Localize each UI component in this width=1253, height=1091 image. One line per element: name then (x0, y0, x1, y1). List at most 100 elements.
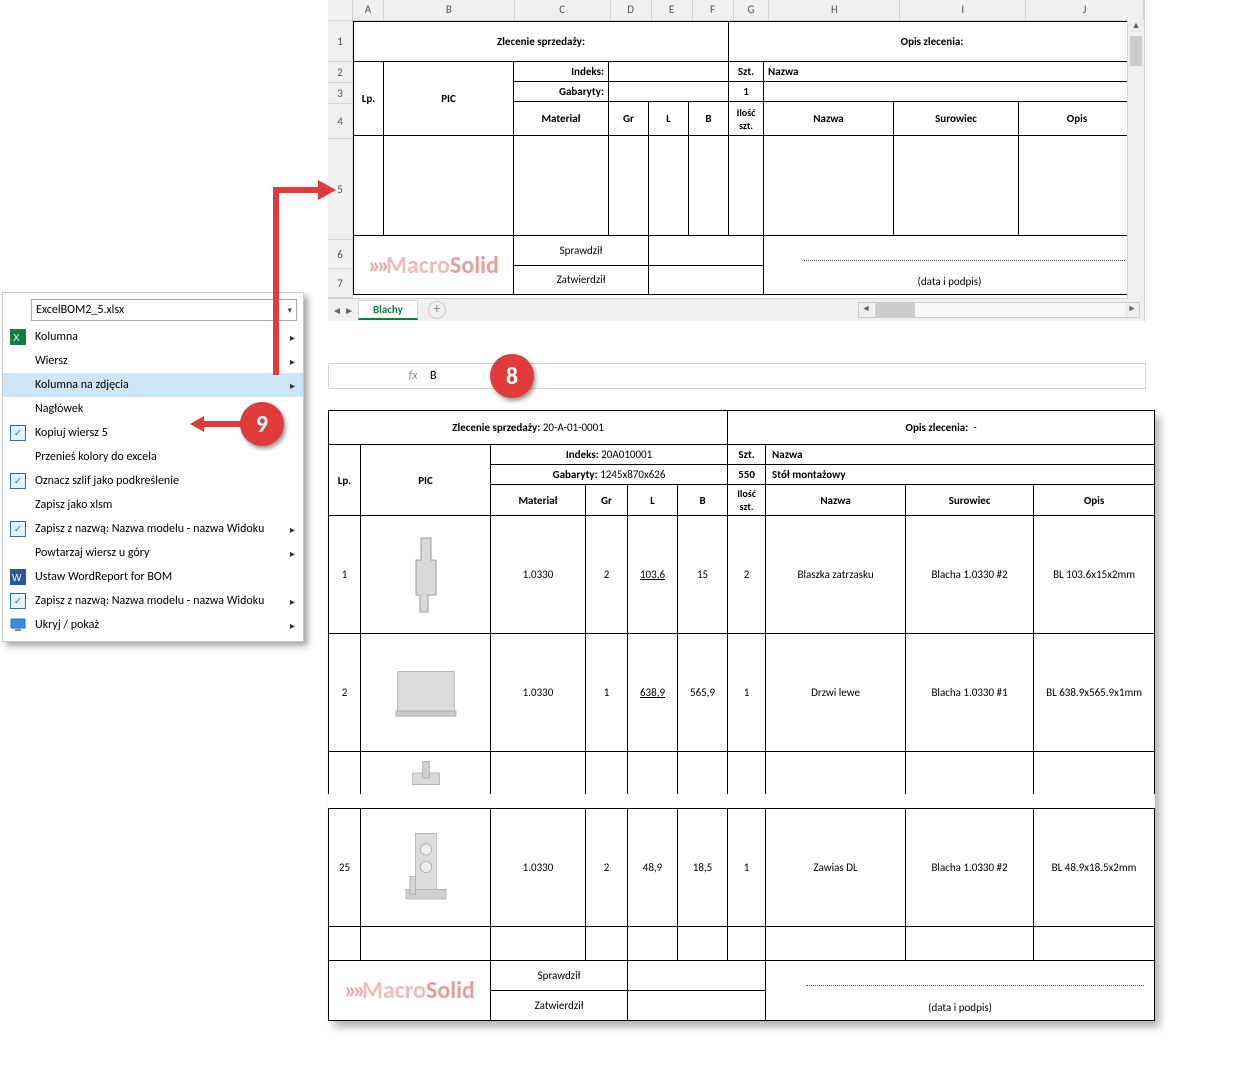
cell-zlecenie-label[interactable]: Zlecenie sprzedaży: (354, 22, 729, 62)
cell[interactable]: 1 (586, 634, 628, 752)
cell[interactable]: Blacha 1.0330 #1 (906, 634, 1034, 752)
horizontal-scrollbar[interactable]: ◄► (858, 302, 1140, 318)
part-thumbnail[interactable] (361, 808, 491, 926)
cell[interactable]: BL 103.6x15x2mm (1034, 516, 1155, 634)
cell-empty[interactable] (894, 136, 1019, 236)
cell[interactable]: 15 (678, 516, 728, 634)
cell[interactable] (1034, 926, 1155, 960)
cell[interactable]: Blacha 1.0330 #2 (906, 516, 1034, 634)
cell[interactable]: Materiał (491, 485, 586, 516)
cell[interactable] (906, 926, 1034, 960)
cell[interactable]: Zawias DL (766, 808, 906, 926)
cell[interactable]: 565,9 (678, 634, 728, 752)
cell-surowiec[interactable]: Surowiec (894, 102, 1019, 136)
cell-empty[interactable] (609, 136, 649, 236)
cell-material[interactable]: Materiał (514, 102, 609, 136)
cell[interactable] (491, 926, 586, 960)
sheet-tab-blachy[interactable]: Blachy (358, 300, 418, 320)
cell[interactable] (491, 752, 586, 794)
cell-signature[interactable]: (data i podpis) (766, 960, 1155, 1020)
cell-empty[interactable] (729, 136, 764, 236)
cell-signature[interactable]: (data i podpis) (764, 236, 1136, 295)
cell-empty[interactable] (764, 136, 894, 236)
cell-b[interactable]: B (689, 102, 729, 136)
part-thumbnail[interactable] (361, 752, 491, 794)
cell[interactable]: PIC (361, 445, 491, 516)
cell[interactable] (586, 752, 628, 794)
cell[interactable]: 2 (586, 516, 628, 634)
cell[interactable]: Sprawdził (491, 960, 628, 990)
cell[interactable] (329, 926, 361, 960)
cell-empty[interactable] (514, 136, 609, 236)
cell[interactable]: Drzwi lewe (766, 634, 906, 752)
cell[interactable] (678, 926, 728, 960)
cell[interactable] (628, 926, 678, 960)
vertical-scrollbar[interactable]: ▲ (1127, 20, 1144, 299)
cell[interactable]: 550 (728, 465, 766, 485)
cell[interactable]: Zatwierdził (491, 990, 628, 1020)
cell[interactable]: B (678, 485, 728, 516)
col-header[interactable]: F (693, 0, 734, 20)
col-header[interactable]: J (1026, 0, 1144, 20)
cell[interactable]: 1 (728, 634, 766, 752)
part-thumbnail[interactable] (361, 634, 491, 752)
cell[interactable]: Stół montażowy (766, 465, 1155, 485)
cell[interactable]: Opis zlecenia: - (728, 411, 1155, 445)
menu-item[interactable]: Ukryj / pokaż▸ (3, 613, 303, 637)
cell-nazwa-col[interactable]: Nazwa (764, 102, 894, 136)
cell-gabaryty-label[interactable]: Gabaryty: (514, 82, 609, 102)
cell-empty[interactable] (384, 136, 514, 236)
col-header[interactable]: A (353, 0, 384, 20)
col-header[interactable]: I (900, 0, 1026, 20)
cell-indeks-val[interactable] (609, 62, 729, 82)
col-header[interactable]: E (652, 0, 693, 20)
cell[interactable]: Nazwa (766, 485, 906, 516)
cell-nazwa-header[interactable]: Nazwa (764, 62, 1136, 82)
cell[interactable]: BL 638.9x565.9x1mm (1034, 634, 1155, 752)
fx-icon[interactable]: fx (402, 369, 424, 383)
cell[interactable] (1034, 752, 1155, 794)
cell[interactable]: 1.0330 (491, 634, 586, 752)
cell[interactable]: 1 (329, 516, 361, 634)
cell-empty[interactable] (649, 136, 689, 236)
cell-lp[interactable]: Lp. (354, 62, 384, 136)
cell[interactable] (728, 752, 766, 794)
cell[interactable]: Zlecenie sprzedaży: 20-A-01-0001 (329, 411, 728, 445)
cell[interactable]: Blacha 1.0330 #2 (906, 808, 1034, 926)
cell[interactable]: Opis (1034, 485, 1155, 516)
cell[interactable] (766, 926, 906, 960)
cell-opis-zlecenia-label[interactable]: Opis zlecenia: (729, 22, 1136, 62)
cell-szt-label[interactable]: Szt. (729, 62, 764, 82)
menu-item[interactable]: WUstaw WordReport for BOM (3, 565, 303, 589)
cell[interactable] (766, 752, 906, 794)
cell[interactable]: 2 (329, 634, 361, 752)
menu-item[interactable]: ✓Oznacz szlif jako podkreślenie (3, 469, 303, 493)
col-header[interactable]: C (515, 0, 611, 20)
cell[interactable]: Blaszka zatrzasku (766, 516, 906, 634)
cell[interactable] (586, 926, 628, 960)
cell[interactable]: Nazwa (766, 445, 1155, 465)
cell-zatwierdzil-val[interactable] (649, 265, 764, 295)
cell[interactable]: 103,6 (628, 516, 678, 634)
menu-item[interactable]: Przenieś kolory do excela (3, 445, 303, 469)
cell[interactable] (678, 752, 728, 794)
col-header[interactable]: H (769, 0, 900, 20)
cell[interactable] (628, 990, 766, 1020)
cell[interactable] (361, 926, 491, 960)
cell-pic[interactable]: PIC (384, 62, 514, 136)
cell[interactable]: 2 (586, 808, 628, 926)
col-header[interactable]: D (611, 0, 652, 20)
menu-item[interactable]: Powtarzaj wiersz u góry▸ (3, 541, 303, 565)
cell[interactable]: 1.0330 (491, 808, 586, 926)
cell[interactable]: Indeks: 20A010001 (491, 445, 728, 465)
menu-item[interactable]: ✓Zapisz z nazwą: Nazwa modelu - nazwa Wi… (3, 589, 303, 613)
cell[interactable]: Gabaryty: 1245x870x626 (491, 465, 728, 485)
row-header[interactable]: 4 (328, 104, 353, 139)
cell-gabaryty-val[interactable] (609, 82, 729, 102)
col-header[interactable]: G (734, 0, 770, 20)
cell[interactable]: BL 48.9x18.5x2mm (1034, 808, 1155, 926)
cell[interactable]: Ilość szt. (728, 485, 766, 516)
cell-sprawdzil-val[interactable] (649, 236, 764, 266)
cell[interactable] (906, 752, 1034, 794)
cell[interactable]: 25 (329, 808, 361, 926)
